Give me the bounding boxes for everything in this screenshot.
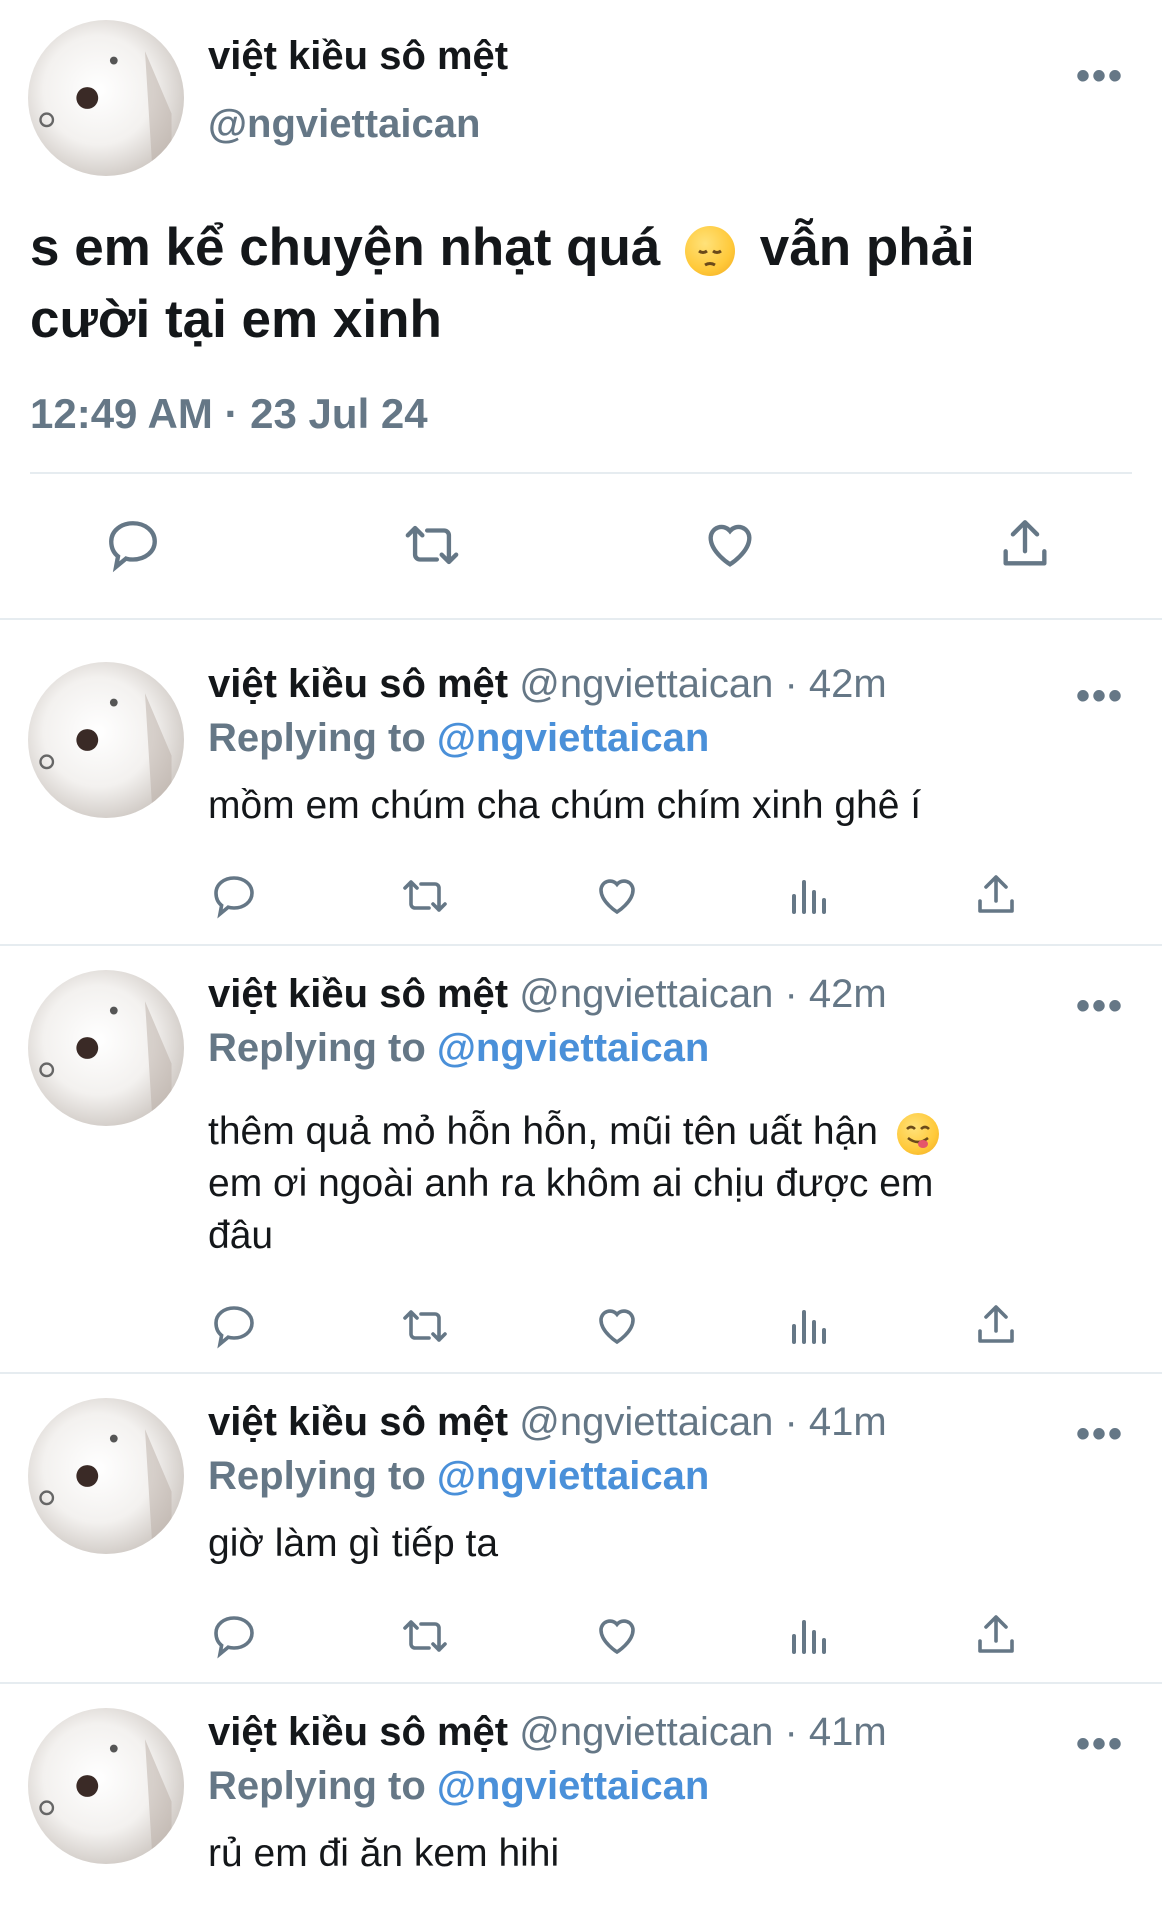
reply-text: thêm quả mỏ hỗn hỗn, mũi tên uất hận em … (208, 1106, 939, 1262)
replying-to: Replying to @ngviettaican (208, 1026, 709, 1071)
reply-text-line: thêm quả mỏ hỗn hỗn, mũi tên uất hận (208, 1110, 878, 1153)
share-icon[interactable] (996, 514, 1054, 574)
avatar[interactable] (28, 1708, 184, 1864)
like-icon[interactable] (592, 872, 642, 920)
reply-header: việt kiều sô mệt @ngviettaican · 41m (208, 1710, 887, 1755)
divider (0, 618, 1162, 620)
like-icon[interactable] (592, 1302, 642, 1350)
reply-text-line: em ơi ngoài anh ra khôm ai chịu được em (208, 1162, 934, 1205)
like-icon[interactable] (592, 1612, 642, 1660)
more-options-button[interactable]: ••• (1076, 1414, 1124, 1454)
analytics-icon[interactable] (784, 872, 832, 920)
share-icon[interactable] (972, 870, 1020, 920)
mention-link[interactable]: @ngviettaican (437, 716, 709, 760)
author-display-name[interactable]: việt kiều sô mệt (208, 662, 508, 706)
share-icon[interactable] (972, 1300, 1020, 1350)
more-options-button[interactable]: ••• (1076, 676, 1124, 716)
reply-header: việt kiều sô mệt @ngviettaican · 42m (208, 662, 887, 707)
divider (30, 472, 1132, 474)
more-options-button[interactable]: ••• (1076, 986, 1124, 1026)
replying-to: Replying to @ngviettaican (208, 716, 709, 761)
replying-to: Replying to @ngviettaican (208, 1454, 709, 1499)
author-display-name[interactable]: việt kiều sô mệt (208, 972, 508, 1016)
tweet-text: s em kể chuyện nhạt quá vẫn phải cười tạ… (30, 212, 975, 356)
reply-text: mồm em chúm cha chúm chím xinh ghê í (208, 784, 922, 827)
author-display-name[interactable]: việt kiều sô mệt (208, 1710, 508, 1754)
divider (0, 1372, 1162, 1374)
like-icon[interactable] (700, 516, 760, 574)
pensive-face-icon (685, 226, 736, 276)
reply-header: việt kiều sô mệt @ngviettaican · 42m (208, 972, 887, 1017)
retweet-icon[interactable] (398, 1302, 452, 1350)
face-savoring-food-icon (896, 1112, 939, 1155)
avatar[interactable] (28, 20, 184, 176)
tweet-text-line: vẫn phải (759, 218, 975, 277)
author-handle[interactable]: @ngviettaican (208, 102, 480, 147)
analytics-icon[interactable] (784, 1612, 832, 1660)
reply-icon[interactable] (210, 1612, 258, 1660)
reply-icon[interactable] (210, 872, 258, 920)
avatar[interactable] (28, 1398, 184, 1554)
replying-label: Replying to (208, 1026, 426, 1070)
replying-label: Replying to (208, 716, 426, 760)
share-icon[interactable] (972, 1610, 1020, 1660)
retweet-icon[interactable] (398, 1612, 452, 1660)
divider (0, 1682, 1162, 1684)
retweet-icon[interactable] (398, 872, 452, 920)
retweet-icon[interactable] (400, 516, 464, 574)
replying-label: Replying to (208, 1764, 426, 1808)
author-handle-time[interactable]: @ngviettaican · 42m (519, 662, 886, 706)
reply-text: giờ làm gì tiếp ta (208, 1522, 499, 1565)
more-options-button[interactable]: ••• (1076, 56, 1124, 96)
divider (0, 944, 1162, 946)
tweet-timestamp[interactable]: 12:49 AM · 23 Jul 24 (30, 390, 428, 438)
author-handle-time[interactable]: @ngviettaican · 41m (519, 1710, 886, 1754)
tweet-text-line: cười tại em xinh (30, 290, 442, 349)
reply-text-line: đâu (208, 1214, 274, 1257)
replying-label: Replying to (208, 1454, 426, 1498)
tweet-text-line: s em kể chuyện nhạt quá (30, 218, 661, 277)
reply-header: việt kiều sô mệt @ngviettaican · 41m (208, 1400, 887, 1445)
author-display-name[interactable]: việt kiều sô mệt (208, 1400, 508, 1444)
replying-to: Replying to @ngviettaican (208, 1764, 709, 1809)
analytics-icon[interactable] (784, 1302, 832, 1350)
author-handle-time[interactable]: @ngviettaican · 42m (519, 972, 886, 1016)
more-options-button[interactable]: ••• (1076, 1724, 1124, 1764)
reply-icon[interactable] (210, 1302, 258, 1350)
reply-text: rủ em đi ăn kem hihi (208, 1832, 560, 1875)
mention-link[interactable]: @ngviettaican (437, 1026, 709, 1070)
author-handle-time[interactable]: @ngviettaican · 41m (519, 1400, 886, 1444)
author-display-name[interactable]: việt kiều sô mệt (208, 34, 508, 79)
mention-link[interactable]: @ngviettaican (437, 1764, 709, 1808)
avatar[interactable] (28, 970, 184, 1126)
mention-link[interactable]: @ngviettaican (437, 1454, 709, 1498)
reply-icon[interactable] (104, 516, 162, 574)
avatar[interactable] (28, 662, 184, 818)
